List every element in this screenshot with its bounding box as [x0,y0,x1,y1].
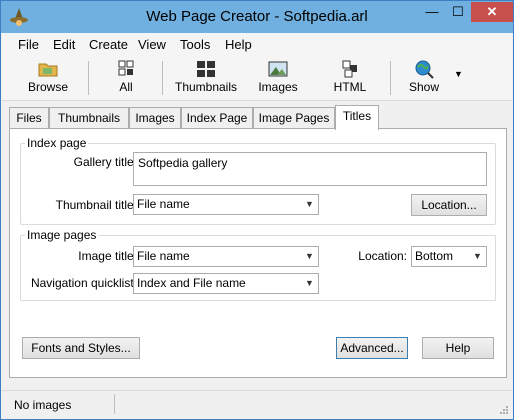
thumbnails-label: Thumbnails [174,80,238,94]
image-location-select[interactable]: Bottom ▼ [411,246,487,267]
index-page-group-title: Index page [25,136,89,150]
chevron-down-icon: ▼ [305,199,314,209]
titles-panel: Index page Gallery title: Softpedia gall… [9,128,507,378]
all-button[interactable]: All [106,57,146,99]
status-bar: No images [2,390,512,418]
thumbnail-title-value: File name [137,197,190,211]
landscape-image-icon [268,61,288,77]
status-divider [114,394,115,414]
tab-image-pages[interactable]: Image Pages [253,107,335,129]
toolbar-separator [390,61,391,95]
image-title-value: File name [137,249,190,263]
html-button[interactable]: HTML [328,57,372,99]
toolbar: Browse All Thumbnails Images HTML Show ▼ [2,55,512,101]
maximize-button[interactable]: ☐ [445,2,471,22]
chevron-down-icon: ▼ [305,251,314,261]
menu-help[interactable]: Help [225,37,252,52]
image-pages-group-title: Image pages [25,228,99,242]
menu-file[interactable]: File [18,37,39,52]
image-location-value: Bottom [415,249,454,263]
image-location-label: Location: [358,249,407,263]
index-page-group: Index page Gallery title: Softpedia gall… [20,136,496,225]
tab-thumbnails[interactable]: Thumbnails [49,107,129,129]
gallery-title-input[interactable]: Softpedia gallery [133,152,487,186]
app-window: Web Page Creator - Softpedia.arl — ☐ ✕ F… [0,0,514,420]
navigation-quicklist-select[interactable]: Index and File name ▼ [133,273,319,294]
navigation-quicklist-label: Navigation quicklist: [30,276,137,290]
title-bar: Web Page Creator - Softpedia.arl — ☐ ✕ [1,1,513,33]
image-title-select[interactable]: File name ▼ [133,246,319,267]
resize-grip-icon[interactable] [499,405,509,415]
show-label: Show [408,80,440,94]
advanced-button[interactable]: Advanced... [336,337,408,359]
menu-view[interactable]: View [138,37,166,52]
thumbnails-icon [197,61,215,77]
help-button[interactable]: Help [422,337,494,359]
show-button[interactable]: Show [402,57,446,99]
image-title-label: Image title: [78,249,137,263]
grid-files-icon [118,60,134,76]
folder-icon [38,63,58,77]
navigation-quicklist-value: Index and File name [137,276,246,290]
image-pages-group: Image pages Image title: File name ▼ Loc… [20,228,496,301]
minimize-button[interactable]: — [419,2,445,22]
tab-images[interactable]: Images [129,107,181,129]
thumbnails-button[interactable]: Thumbnails [172,57,240,99]
menu-tools[interactable]: Tools [180,37,210,52]
images-button[interactable]: Images [254,57,302,99]
gallery-title-label: Gallery title: [73,155,137,169]
show-dropdown-arrow-icon[interactable]: ▼ [454,69,463,79]
toolbar-separator [88,61,89,95]
menu-edit[interactable]: Edit [53,37,75,52]
html-page-icon [342,60,357,78]
chevron-down-icon: ▼ [473,251,482,261]
menu-bar: File Edit Create View Tools Help [2,33,512,55]
index-location-button[interactable]: Location... [411,194,487,216]
all-label: All [119,80,133,94]
toolbar-separator [162,61,163,95]
images-label: Images [258,80,298,94]
browse-label: Browse [27,80,68,94]
tab-files[interactable]: Files [9,107,49,129]
status-text: No images [14,398,72,412]
thumbnail-title-label: Thumbnail title: [55,198,137,212]
tab-titles[interactable]: Titles [335,105,379,130]
tab-index-page[interactable]: Index Page [181,107,253,129]
thumbnail-title-select[interactable]: File name ▼ [133,194,319,215]
chevron-down-icon: ▼ [305,278,314,288]
browse-button[interactable]: Browse [22,57,74,99]
menu-create[interactable]: Create [89,37,128,52]
globe-magnifier-icon [415,60,434,79]
close-button[interactable]: ✕ [471,2,513,22]
html-label: HTML [333,80,367,94]
fonts-and-styles-button[interactable]: Fonts and Styles... [22,337,140,359]
